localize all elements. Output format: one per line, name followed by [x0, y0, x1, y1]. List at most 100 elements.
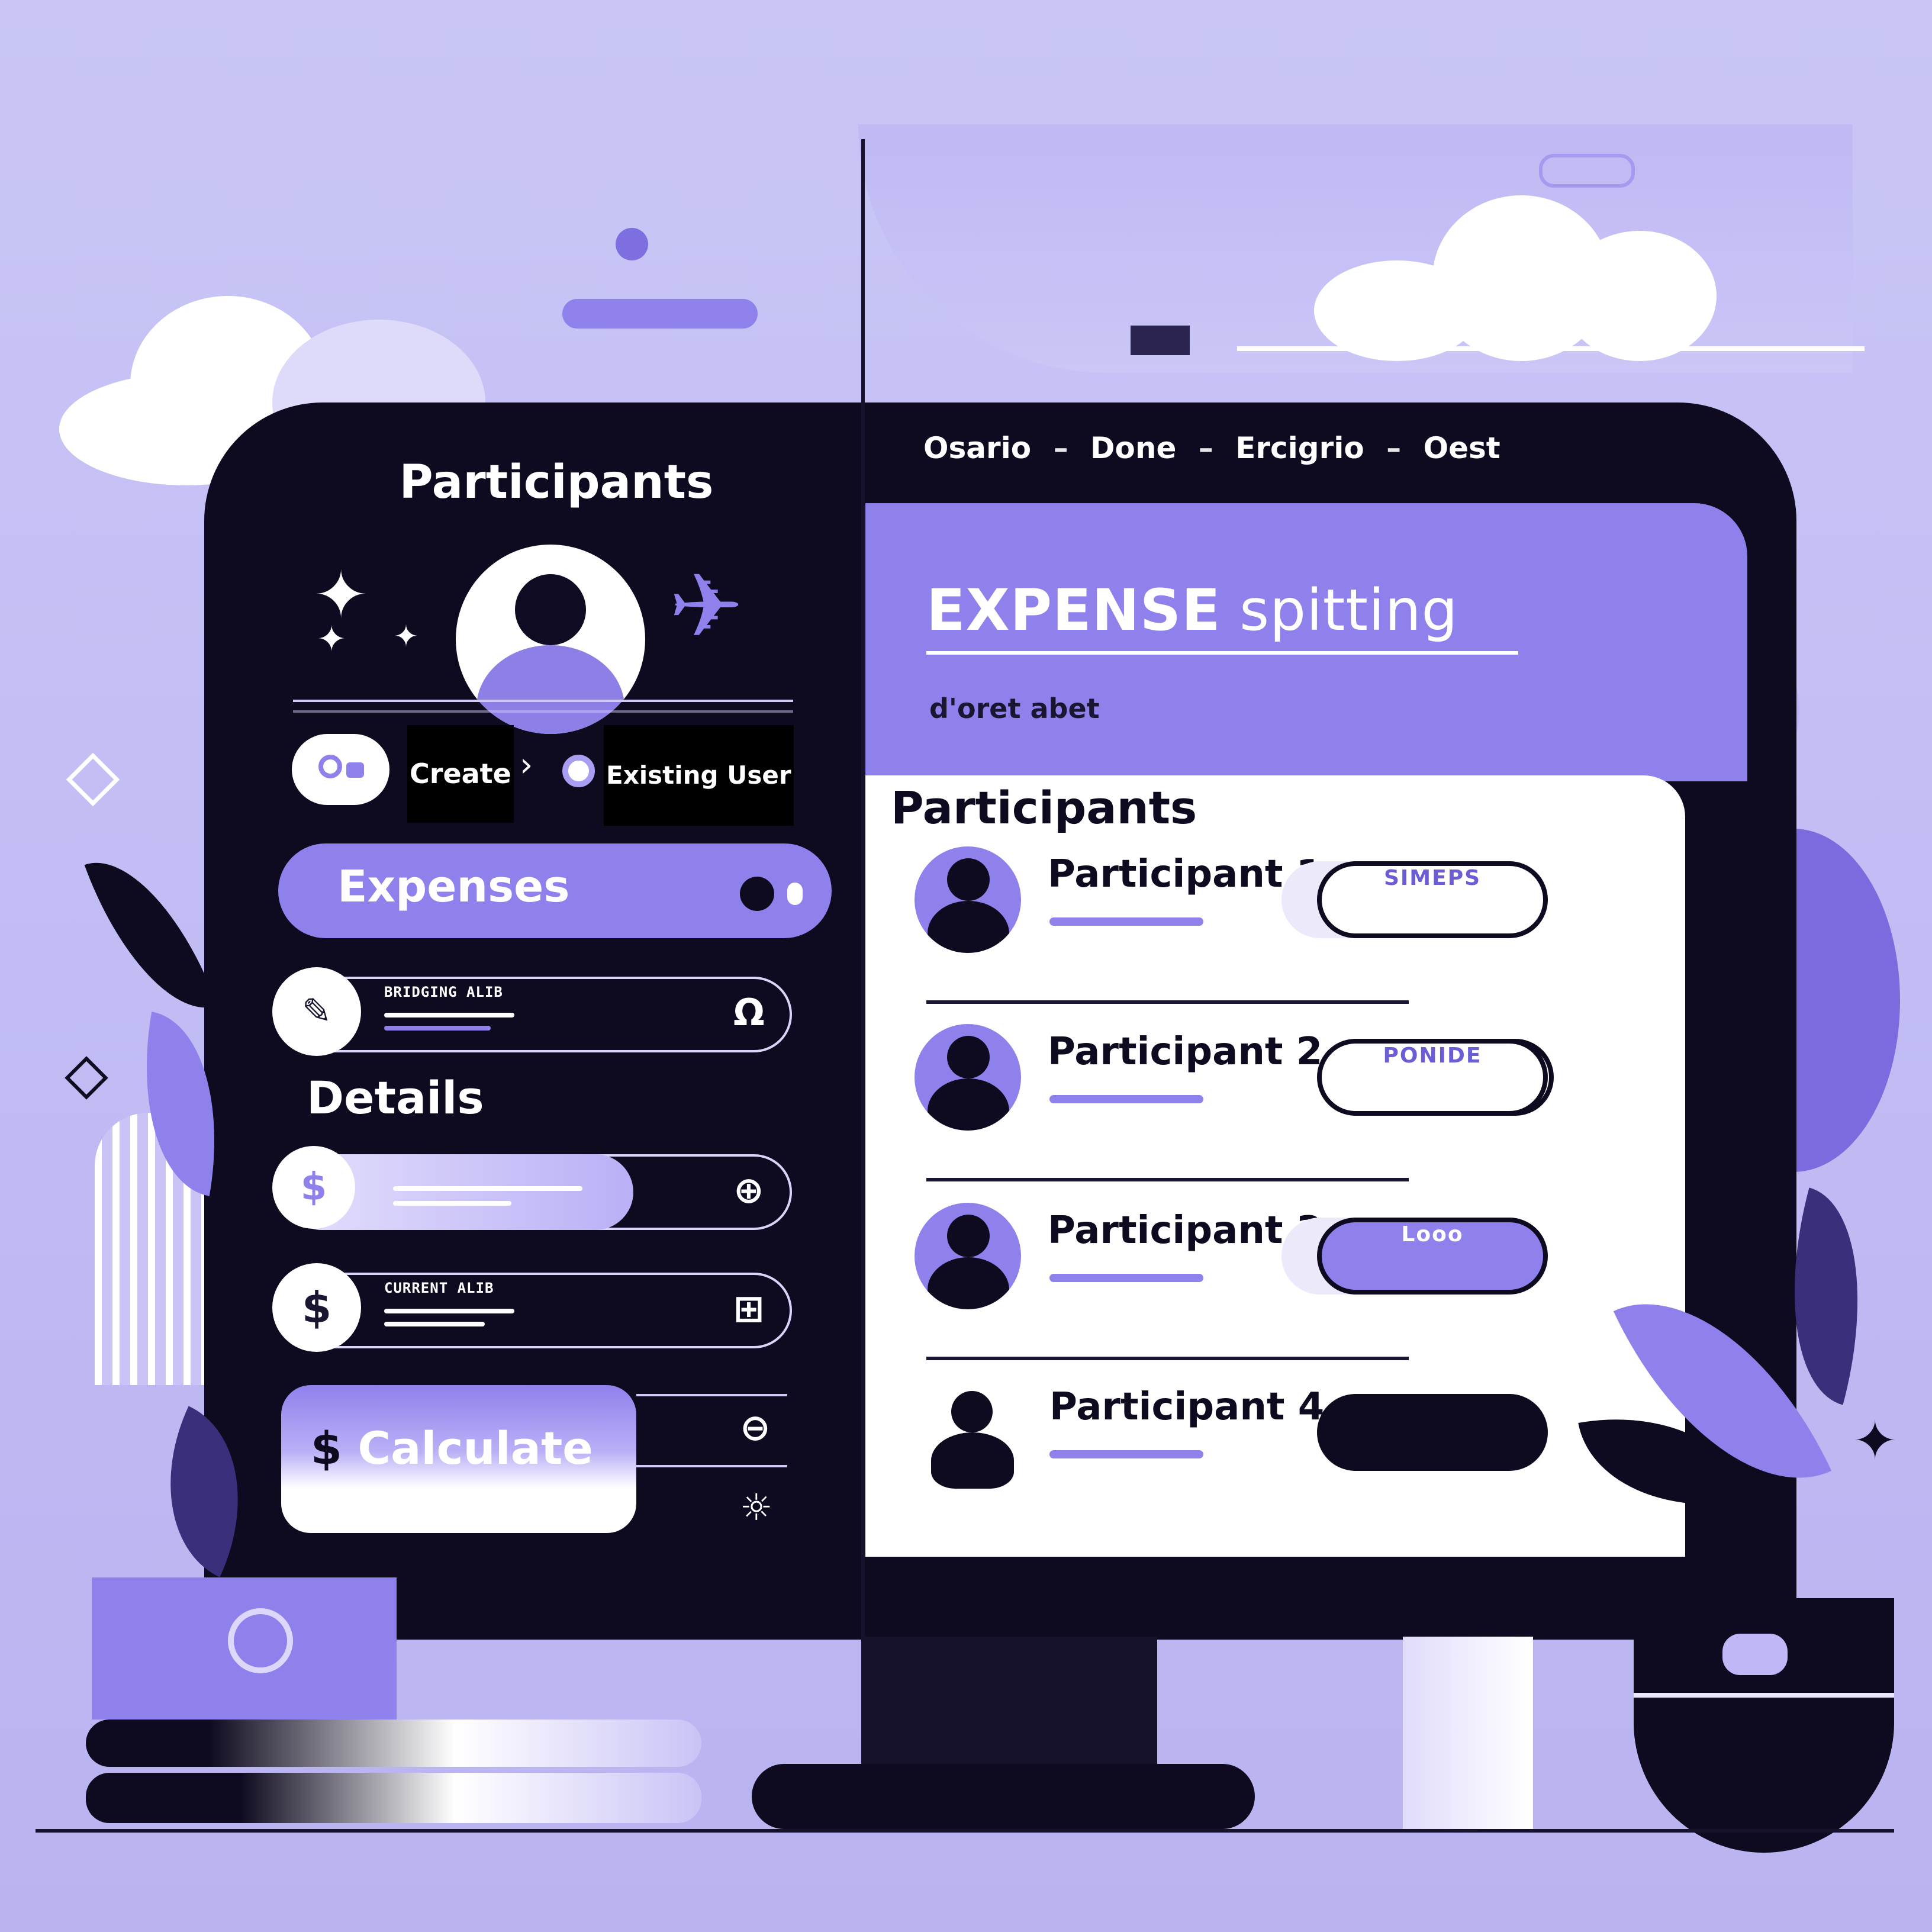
- detail-item-line-1: [393, 1186, 582, 1191]
- expenses-toggle-dot: [740, 877, 774, 911]
- calc-divider-1: [636, 1394, 787, 1396]
- dollar-icon: $: [311, 1422, 342, 1474]
- profile-avatar[interactable]: [456, 545, 645, 734]
- details-title: Details: [307, 1071, 484, 1124]
- pot-rim: [1634, 1693, 1894, 1698]
- participant-row[interactable]: Participant 2 PONIDE: [915, 1024, 1672, 1142]
- dollar-circle-icon-2: $: [272, 1263, 361, 1352]
- participant-status-pill[interactable]: SIMEPS: [1317, 861, 1548, 938]
- monitor-stand-accent: [1403, 1637, 1533, 1832]
- book-box: [92, 1577, 397, 1720]
- forbidden-icon: [228, 1608, 293, 1673]
- participant-avatar: [915, 1203, 1021, 1309]
- avatar-body: [476, 645, 624, 734]
- cloud-right: [1314, 195, 1764, 361]
- left-panel: Participants ✦ ✦ ✦ ✈ Create › Existing U…: [255, 426, 858, 1598]
- hero-subtitle: d'oret abet: [929, 693, 1100, 724]
- dollar-circle-icon: $: [272, 1146, 355, 1229]
- sparkle-small-icon: ✦: [317, 619, 347, 660]
- profile-divider-2: [293, 710, 793, 713]
- expenses-label: Expenses: [337, 861, 570, 912]
- participant-name: Participant 4: [1049, 1385, 1325, 1429]
- expenses-section-button[interactable]: Expenses: [278, 843, 832, 938]
- edit-pencil-icon: ✎: [272, 967, 361, 1056]
- participant-status-pill[interactable]: Looo: [1317, 1218, 1548, 1295]
- create-toggle[interactable]: [292, 734, 389, 805]
- hanging-lamp-icon: [1131, 326, 1190, 355]
- participant-name: Participant 3: [1048, 1209, 1323, 1252]
- pot-tag: [1722, 1634, 1788, 1675]
- existing-user-radio[interactable]: [562, 755, 595, 787]
- calc-divider-2: [636, 1465, 787, 1467]
- existing-user-option-label[interactable]: Existing User: [604, 725, 794, 826]
- detail-item-row-2[interactable]: $ CURRENT ALIB ⊞: [272, 1263, 792, 1352]
- participant-status-pill[interactable]: [1317, 1394, 1548, 1471]
- ground-line: [36, 1829, 1894, 1833]
- theta-icon[interactable]: ⊖: [740, 1406, 771, 1449]
- participant-row[interactable]: Participant 1 SIMEPS: [915, 846, 1672, 965]
- detail-item-2-line-1: [384, 1309, 514, 1313]
- participant-row[interactable]: Participant 3 Looo: [915, 1203, 1672, 1321]
- toggle-knob-icon: [318, 755, 342, 778]
- calculate-text: Calculate: [358, 1422, 593, 1474]
- airplane-icon: ✈: [669, 555, 743, 658]
- top-right-pill: [1539, 154, 1635, 188]
- sparkle-tiny-icon: ✦: [394, 619, 418, 653]
- participant-progress-bar: [1049, 917, 1203, 926]
- nav-item-4[interactable]: Oest: [1424, 431, 1500, 465]
- left-panel-title: Participants: [399, 456, 714, 509]
- nav-separator: –: [1386, 431, 1402, 465]
- top-nav: Osario – Done – Ercigrio – Oest: [923, 431, 1669, 478]
- planet-dot: [616, 228, 648, 260]
- participant-divider: [926, 1000, 1409, 1004]
- toggle-tail-icon: [346, 762, 364, 778]
- participant-status-pill[interactable]: PONIDE: [1317, 1039, 1548, 1116]
- leaf-left-1: [84, 838, 218, 1032]
- grid-icon[interactable]: ⊞: [733, 1287, 764, 1330]
- participant-divider: [926, 1178, 1409, 1181]
- detail-item-2-line-2: [384, 1322, 485, 1326]
- detail-item-caption: CURRENT ALIB: [384, 1280, 494, 1296]
- expense-item-line-2: [384, 1026, 491, 1031]
- expense-item-line-1: [384, 1013, 514, 1017]
- nav-item-2[interactable]: Done: [1090, 431, 1176, 465]
- avatar-head: [515, 574, 586, 645]
- participant-progress-bar: [1049, 1450, 1203, 1458]
- nav-item-1[interactable]: Osario: [923, 431, 1031, 465]
- participant-name: Participant 2: [1048, 1030, 1323, 1074]
- calculate-button[interactable]: $ Calculate: [281, 1385, 636, 1533]
- detail-item-row-1[interactable]: $ ⊕: [272, 1146, 792, 1230]
- hero-title-bold: EXPENSE: [926, 577, 1221, 643]
- participant-avatar-plain: [926, 1385, 1015, 1492]
- swoosh-bar: [562, 299, 758, 329]
- detail-item-line-2: [393, 1201, 511, 1206]
- sparkle-icon: ✦: [314, 557, 369, 633]
- star-sparkle-icon: ✦: [1853, 1410, 1898, 1472]
- participant-divider: [926, 1357, 1409, 1360]
- hero-title-light: spitting: [1239, 577, 1458, 643]
- participant-name: Participant 1: [1048, 852, 1323, 896]
- scene-divider-line: [861, 139, 865, 1791]
- expense-item-caption: BRIDGING ALIB: [384, 984, 503, 1000]
- participant-avatar: [915, 1024, 1021, 1131]
- sun-icon[interactable]: ☼: [740, 1486, 773, 1529]
- diamond-outline-icon-2: [65, 1056, 108, 1100]
- participant-progress-bar: [1049, 1274, 1203, 1282]
- calculate-label: $ Calculate: [311, 1422, 593, 1474]
- nav-item-3[interactable]: Ercigrio: [1235, 431, 1364, 465]
- book-stack: [86, 1720, 704, 1826]
- hero-title: EXPENSE spitting: [926, 577, 1458, 643]
- globe-icon[interactable]: ⊕: [733, 1168, 764, 1212]
- participants-list-title: Participants: [891, 781, 1197, 834]
- nav-separator: –: [1198, 431, 1213, 465]
- nav-separator: –: [1053, 431, 1068, 465]
- participant-avatar: [915, 846, 1021, 953]
- expense-item-row[interactable]: ✎ BRIDGING ALIB Ω: [272, 967, 792, 1056]
- chevron-right-icon: ›: [520, 746, 533, 784]
- omega-icon[interactable]: Ω: [733, 991, 765, 1034]
- hero-underline: [926, 651, 1518, 655]
- profile-divider: [293, 700, 793, 702]
- create-option-label[interactable]: Create: [407, 725, 514, 823]
- participant-row[interactable]: Participant 4: [915, 1385, 1672, 1503]
- cloud-right-ground: [1237, 346, 1865, 351]
